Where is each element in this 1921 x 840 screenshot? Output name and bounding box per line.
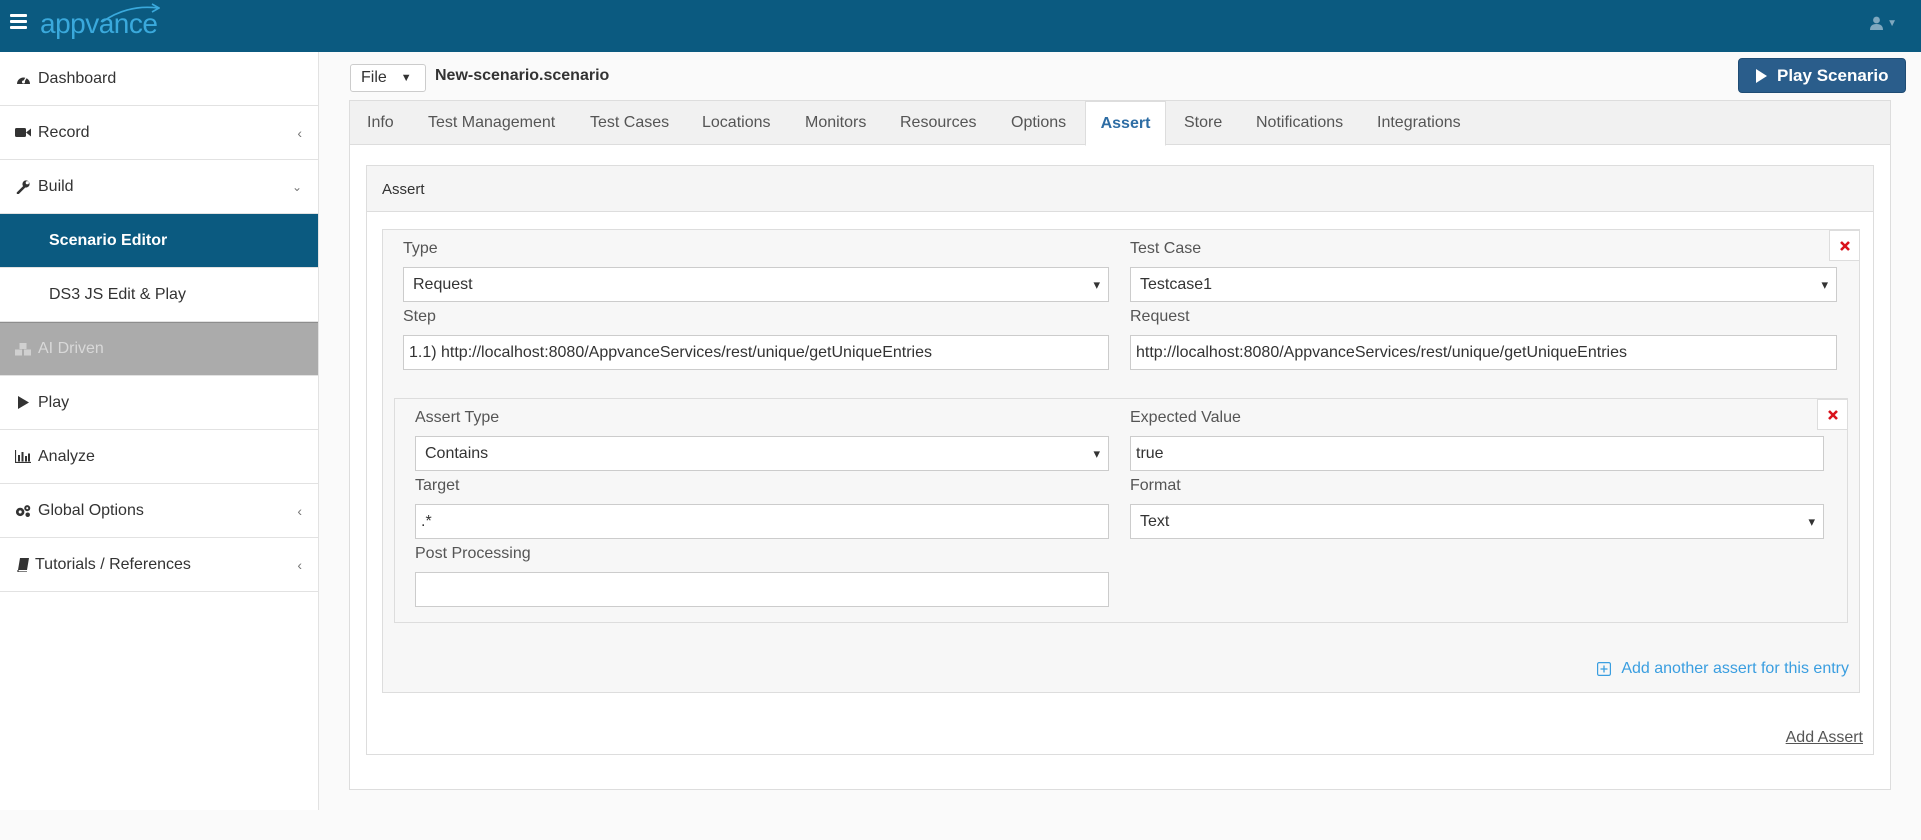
- play-icon: [15, 396, 31, 409]
- request-label: Request: [1130, 308, 1190, 325]
- sidebar-item-play[interactable]: Play: [0, 376, 318, 430]
- tab-info[interactable]: Info: [367, 101, 394, 145]
- video-camera-icon: [15, 127, 31, 138]
- sidebar-item-label: Analyze: [38, 447, 95, 465]
- top-bar: appvance ▼: [0, 0, 1921, 52]
- test-case-select[interactable]: Testcase1: [1130, 267, 1837, 302]
- play-scenario-button[interactable]: Play Scenario: [1738, 58, 1906, 93]
- sidebar-item-global-options[interactable]: Global Options ‹: [0, 484, 318, 538]
- user-icon: [1870, 16, 1884, 30]
- appvance-logo[interactable]: appvance: [40, 2, 160, 39]
- play-icon: [1756, 68, 1767, 83]
- sidebar-item-record[interactable]: Record ‹: [0, 106, 318, 160]
- logo-text: appvance: [40, 8, 158, 39]
- post-processing-label: Post Processing: [415, 545, 531, 562]
- chevron-left-icon: ‹: [297, 556, 302, 573]
- tab-resources[interactable]: Resources: [900, 101, 976, 145]
- tab-store[interactable]: Store: [1184, 101, 1222, 145]
- wrench-icon: [15, 179, 31, 194]
- assert-condition: Assert Type Contains Expected Value true…: [394, 398, 1848, 623]
- type-select[interactable]: Request: [403, 267, 1109, 302]
- delete-assert-button[interactable]: [1817, 399, 1848, 430]
- sidebar-item-label: Scenario Editor: [49, 231, 168, 249]
- add-another-assert-label: Add another assert for this entry: [1621, 660, 1849, 677]
- add-another-assert-link[interactable]: Add another assert for this entry: [1597, 660, 1849, 678]
- tab-test-management[interactable]: Test Management: [428, 101, 555, 145]
- plus-square-icon: [1597, 662, 1612, 676]
- target-field[interactable]: .*: [415, 504, 1109, 539]
- hamburger-menu-icon[interactable]: [10, 14, 27, 29]
- dashboard-icon: [15, 73, 31, 85]
- sidebar-item-label: Global Options: [38, 501, 144, 519]
- step-label: Step: [403, 308, 436, 325]
- sidebar-item-label: DS3 JS Edit & Play: [49, 285, 186, 303]
- sidebar-item-dashboard[interactable]: Dashboard: [0, 52, 318, 106]
- book-icon: [15, 557, 31, 572]
- sidebar-item-ai-driven: AI Driven: [0, 322, 318, 376]
- format-label: Format: [1130, 477, 1181, 494]
- close-icon: [1827, 409, 1838, 420]
- tab-options[interactable]: Options: [1011, 101, 1066, 145]
- scenario-name: New-scenario.scenario: [435, 67, 610, 84]
- assert-entry: Type Request Test Case Testcase1 Step 1.…: [382, 229, 1860, 693]
- play-scenario-label: Play Scenario: [1777, 65, 1889, 85]
- tab-notifications[interactable]: Notifications: [1256, 101, 1343, 145]
- expected-value-field[interactable]: true: [1130, 436, 1824, 471]
- chevron-down-icon: ▼: [1887, 17, 1897, 29]
- sidebar-item-label: AI Driven: [38, 340, 104, 357]
- sidebar-item-label: Tutorials / References: [35, 555, 191, 573]
- chevron-left-icon: ‹: [297, 502, 302, 519]
- sidebar-item-label: Record: [38, 123, 90, 141]
- close-icon: [1839, 240, 1850, 251]
- sidebar-item-analyze[interactable]: Analyze: [0, 430, 318, 484]
- sidebar-item-label: Build: [38, 177, 74, 195]
- test-case-label: Test Case: [1130, 240, 1202, 257]
- bar-chart-icon: [15, 450, 31, 463]
- sidebar-item-scenario-editor[interactable]: Scenario Editor: [0, 214, 318, 268]
- caret-down-icon: ▼: [400, 72, 412, 84]
- sidebar-item-label: Play: [38, 393, 70, 411]
- assert-type-select[interactable]: Contains: [415, 436, 1109, 471]
- step-field[interactable]: 1.1) http://localhost:8080/AppvanceServi…: [403, 335, 1109, 370]
- add-assert-link[interactable]: Add Assert: [1786, 729, 1863, 747]
- chevron-left-icon: ‹: [297, 124, 302, 141]
- tab-integrations[interactable]: Integrations: [1377, 101, 1461, 145]
- sidebar-item-tutorials-references[interactable]: Tutorials / References ‹: [0, 538, 318, 592]
- assert-section: Assert Type Request Test Case Testcase1 …: [366, 165, 1874, 755]
- target-label: Target: [415, 477, 460, 494]
- sidebar-item-label: Dashboard: [38, 69, 117, 87]
- tab-monitors[interactable]: Monitors: [805, 101, 866, 145]
- type-label: Type: [403, 240, 438, 257]
- tab-test-cases[interactable]: Test Cases: [590, 101, 669, 145]
- sidebar-item-ds3-js-edit-play[interactable]: DS3 JS Edit & Play: [0, 268, 318, 322]
- request-field[interactable]: http://localhost:8080/AppvanceServices/r…: [1130, 335, 1837, 370]
- tab-bar: Info Test Management Test Cases Location…: [350, 101, 1890, 146]
- cubes-icon: [15, 342, 31, 356]
- gears-icon: [15, 504, 31, 518]
- sidebar-item-build[interactable]: Build ⌄: [0, 160, 318, 214]
- delete-entry-button[interactable]: [1829, 230, 1860, 261]
- sidebar: Dashboard Record ‹ Build ⌄ Scenario Edit…: [0, 52, 319, 810]
- assert-section-title: Assert: [367, 166, 1873, 212]
- chevron-down-icon: ⌄: [291, 179, 302, 194]
- format-select[interactable]: Text: [1130, 504, 1824, 539]
- post-processing-field[interactable]: [415, 572, 1109, 607]
- tab-locations[interactable]: Locations: [702, 101, 771, 145]
- tab-assert[interactable]: Assert: [1085, 101, 1166, 146]
- assert-type-label: Assert Type: [415, 409, 500, 426]
- expected-value-label: Expected Value: [1130, 409, 1241, 426]
- file-menu-button[interactable]: File ▼: [350, 64, 426, 92]
- file-label: File: [361, 69, 387, 86]
- scenario-editor-panel: Info Test Management Test Cases Location…: [349, 100, 1891, 790]
- user-menu[interactable]: ▼: [1870, 16, 1897, 30]
